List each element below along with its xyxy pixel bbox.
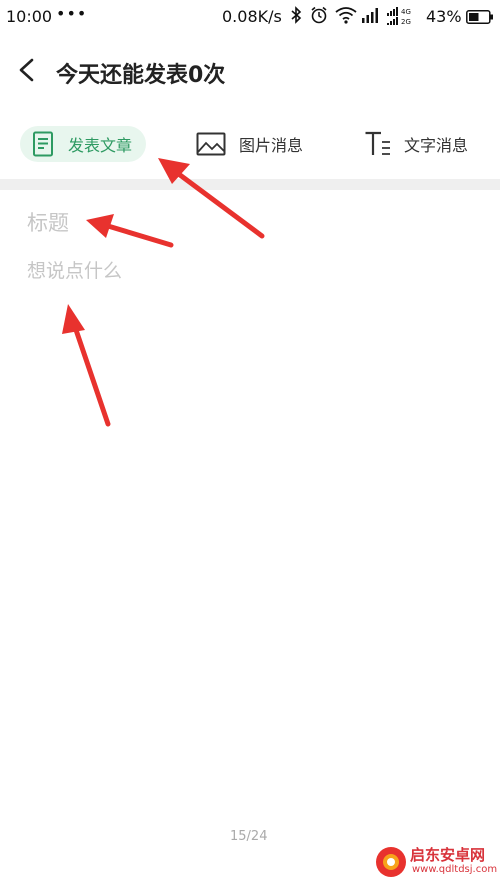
svg-text:4G: 4G [401,8,411,16]
back-button[interactable] [14,56,40,84]
page-title: 今天还能发表0次 [56,63,226,88]
tab-article-label: 发表文章 [68,136,133,155]
section-divider [0,179,500,190]
watermark-logo-icon [376,847,406,877]
document-icon [33,131,53,157]
battery-percent: 43% [426,7,462,26]
post-type-tabs: 发表文章 图片消息 文字消息 [0,120,500,168]
signal-icon [361,6,381,28]
page-counter: 15/24 [230,829,268,844]
image-icon [196,132,226,156]
header: 今天还能发表0次 [0,48,500,94]
battery-icon [466,9,494,28]
chevron-left-icon [19,58,34,82]
status-net-speed: 0.08K/s [222,7,282,26]
bluetooth-icon [290,6,302,28]
status-time: 10:00 [6,7,53,26]
content-input[interactable] [27,256,467,796]
tab-article[interactable]: 发表文章 [20,126,147,162]
dual-signal-4g-2g-icon: 4G 2G [386,6,422,30]
svg-text:2G: 2G [401,18,411,26]
watermark-url: www.qdltdsj.com [412,864,498,875]
text-icon [365,131,390,155]
watermark: 启东安卓网 www.qdltdsj.com [370,840,500,883]
tab-image-message[interactable]: 图片消息 [196,126,303,162]
tab-text-message-label: 文字消息 [404,136,469,155]
wifi-icon [335,6,357,28]
title-input[interactable] [27,204,467,242]
tab-text-message[interactable]: 文字消息 [364,126,468,162]
watermark-text: 启东安卓网 [410,846,486,864]
status-more-dots: ••• [56,4,88,23]
alarm-icon [310,6,328,28]
status-bar: 10:00 ••• 0.08K/s 4G 2G 43% [0,0,500,32]
tab-image-message-label: 图片消息 [239,136,304,155]
